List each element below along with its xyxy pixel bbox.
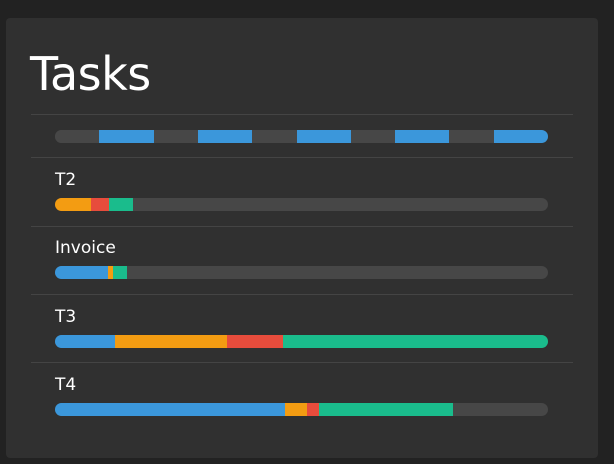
progress-segment-blue	[493, 130, 548, 143]
progress-segment-blue	[395, 130, 450, 143]
task-name: T4	[55, 375, 77, 395]
progress-segment-track	[449, 130, 494, 143]
progress-segment-blue	[55, 335, 116, 348]
progress-segment-track	[252, 130, 297, 143]
task-name: Invoice	[55, 238, 116, 258]
progress-segment-blue	[296, 130, 351, 143]
task-progress-bar	[55, 198, 548, 211]
task-progress-bar	[55, 266, 548, 279]
task-row[interactable]: Invoice	[6, 226, 598, 294]
progress-segment-red	[90, 198, 109, 211]
progress-segment-red	[307, 403, 320, 416]
task-progress-bar	[55, 335, 548, 348]
progress-segment-track	[350, 130, 396, 143]
progress-segment-red	[227, 335, 284, 348]
progress-segment-green	[113, 266, 127, 279]
task-row[interactable]: T4	[6, 363, 598, 431]
progress-segment-blue	[55, 266, 109, 279]
page-title: Tasks	[30, 47, 151, 101]
task-name: T2	[55, 170, 77, 190]
progress-segment-orange	[55, 198, 91, 211]
task-progress-bar	[55, 403, 548, 416]
progress-segment-green	[319, 403, 454, 416]
progress-segment-orange	[115, 335, 228, 348]
tasks-panel: Tasks T2 Invoice T3 T4	[6, 18, 598, 458]
task-row[interactable]: T2	[6, 158, 598, 226]
progress-segment-track	[55, 130, 100, 143]
divider	[31, 114, 573, 115]
progress-segment-track	[153, 130, 198, 143]
progress-segment-blue	[99, 130, 154, 143]
summary-progress-bar	[55, 130, 548, 143]
progress-segment-orange	[285, 403, 308, 416]
progress-segment-blue	[55, 403, 286, 416]
progress-segment-green	[283, 335, 548, 348]
task-name: T3	[55, 307, 77, 327]
progress-segment-green	[108, 198, 133, 211]
progress-segment-blue	[197, 130, 253, 143]
task-row[interactable]: T3	[6, 295, 598, 363]
